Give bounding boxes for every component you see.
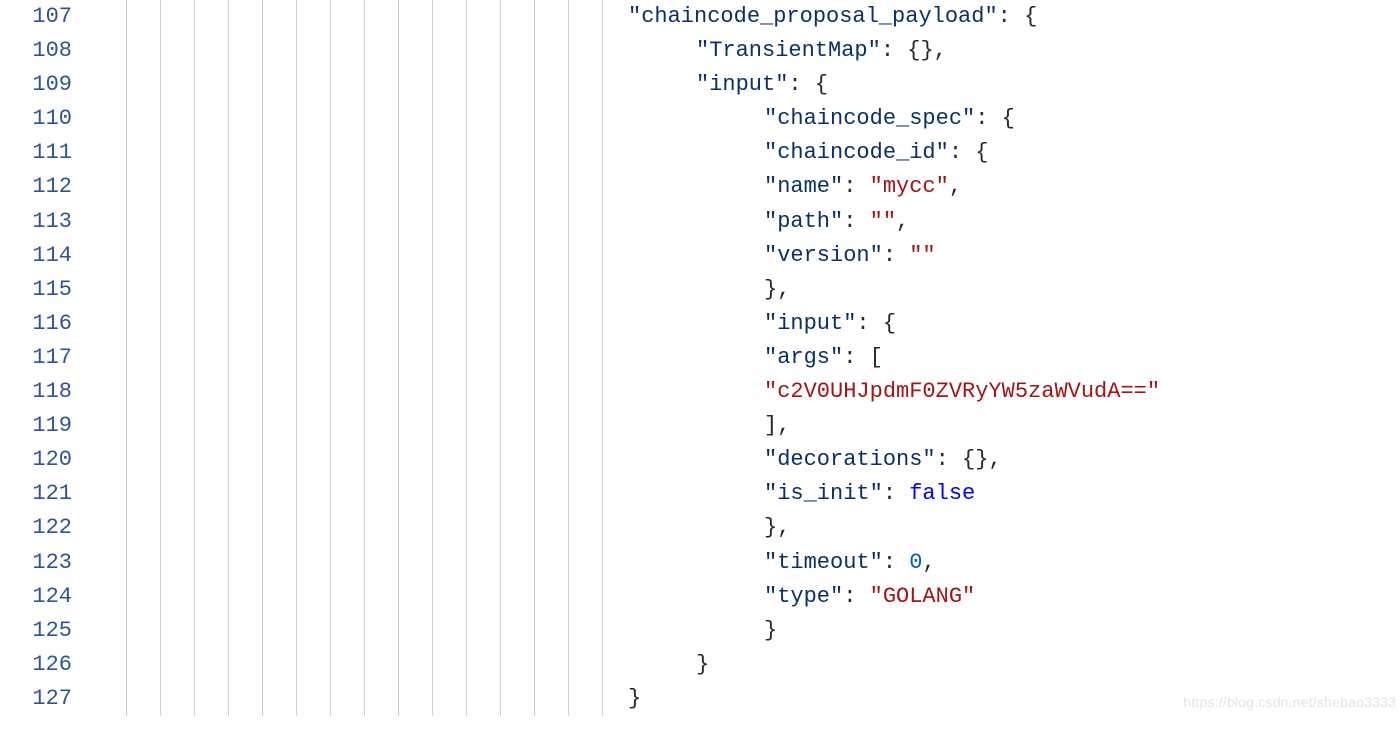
code-token: "input" (696, 72, 788, 97)
code-token: : { (949, 140, 989, 165)
code-token: } (628, 686, 641, 711)
code-line[interactable]: "input": { (88, 307, 1400, 341)
code-token: "timeout" (764, 550, 883, 575)
code-line[interactable]: "chaincode_proposal_payload": { (88, 0, 1400, 34)
code-token: "args" (764, 345, 843, 370)
line-number: 121 (0, 477, 72, 511)
code-token: "type" (764, 584, 843, 609)
code-token: "input" (764, 311, 856, 336)
line-number: 114 (0, 239, 72, 273)
code-lines: "chaincode_proposal_payload": {"Transien… (88, 0, 1400, 716)
code-token: , (896, 209, 909, 234)
code-token: "chaincode_proposal_payload" (628, 4, 998, 29)
code-token: "" (870, 209, 896, 234)
line-number: 119 (0, 409, 72, 443)
code-line[interactable]: "timeout": 0, (88, 546, 1400, 580)
code-token: } (764, 618, 777, 643)
code-token: "path" (764, 209, 843, 234)
code-area[interactable]: "chaincode_proposal_payload": {"Transien… (88, 0, 1400, 716)
code-token: }, (764, 515, 790, 540)
line-number-gutter: 1071081091101111121131141151161171181191… (0, 0, 88, 716)
line-number: 110 (0, 102, 72, 136)
code-line[interactable]: }, (88, 273, 1400, 307)
code-token: "chaincode_spec" (764, 106, 975, 131)
line-number: 123 (0, 546, 72, 580)
code-token: }, (764, 277, 790, 302)
line-number: 112 (0, 170, 72, 204)
code-line[interactable]: "type": "GOLANG" (88, 580, 1400, 614)
code-token: , (949, 174, 962, 199)
code-token: "version" (764, 243, 883, 268)
code-token: } (696, 652, 709, 677)
line-number: 120 (0, 443, 72, 477)
code-token: : {}, (936, 447, 1002, 472)
code-token: : { (975, 106, 1015, 131)
code-token: : [ (843, 345, 883, 370)
code-line[interactable]: "version": "" (88, 239, 1400, 273)
code-token: : { (998, 4, 1038, 29)
code-token: : { (856, 311, 896, 336)
code-line[interactable]: "TransientMap": {}, (88, 34, 1400, 68)
line-number: 118 (0, 375, 72, 409)
line-number: 124 (0, 580, 72, 614)
line-number: 116 (0, 307, 72, 341)
code-line[interactable]: }, (88, 511, 1400, 545)
code-token: "decorations" (764, 447, 936, 472)
code-token: "TransientMap" (696, 38, 881, 63)
code-token: : (843, 584, 869, 609)
code-line[interactable]: "chaincode_id": { (88, 136, 1400, 170)
code-line[interactable]: "decorations": {}, (88, 443, 1400, 477)
code-token: : (883, 481, 909, 506)
code-line[interactable]: "chaincode_spec": { (88, 102, 1400, 136)
code-token: "chaincode_id" (764, 140, 949, 165)
code-token: : (843, 174, 869, 199)
line-number: 117 (0, 341, 72, 375)
code-line[interactable]: } (88, 682, 1400, 716)
code-token: "is_init" (764, 481, 883, 506)
line-number: 127 (0, 682, 72, 716)
code-token: : (883, 243, 909, 268)
code-token: : (843, 209, 869, 234)
code-line[interactable]: "is_init": false (88, 477, 1400, 511)
code-line[interactable]: "path": "", (88, 205, 1400, 239)
code-token: "GOLANG" (870, 584, 976, 609)
code-token: "mycc" (870, 174, 949, 199)
code-token: 0 (909, 550, 922, 575)
code-token: : {}, (881, 38, 947, 63)
line-number: 108 (0, 34, 72, 68)
code-line[interactable]: } (88, 648, 1400, 682)
code-editor: 1071081091101111121131141151161171181191… (0, 0, 1400, 716)
code-token: : (883, 550, 909, 575)
code-line[interactable]: "name": "mycc", (88, 170, 1400, 204)
line-number: 126 (0, 648, 72, 682)
line-number: 109 (0, 68, 72, 102)
code-token: "c2V0UHJpdmF0ZVRyYW5zaWVudA==" (764, 379, 1160, 404)
line-number: 111 (0, 136, 72, 170)
code-token: "name" (764, 174, 843, 199)
code-token: : { (788, 72, 828, 97)
code-token: ], (764, 413, 790, 438)
line-number: 125 (0, 614, 72, 648)
code-line[interactable]: "input": { (88, 68, 1400, 102)
code-token: , (922, 550, 935, 575)
line-number: 113 (0, 205, 72, 239)
line-number: 122 (0, 511, 72, 545)
code-token: "" (909, 243, 935, 268)
code-line[interactable]: ], (88, 409, 1400, 443)
line-number: 107 (0, 0, 72, 34)
code-line[interactable]: "args": [ (88, 341, 1400, 375)
line-number: 115 (0, 273, 72, 307)
code-line[interactable]: "c2V0UHJpdmF0ZVRyYW5zaWVudA==" (88, 375, 1400, 409)
code-token: false (909, 481, 975, 506)
code-line[interactable]: } (88, 614, 1400, 648)
